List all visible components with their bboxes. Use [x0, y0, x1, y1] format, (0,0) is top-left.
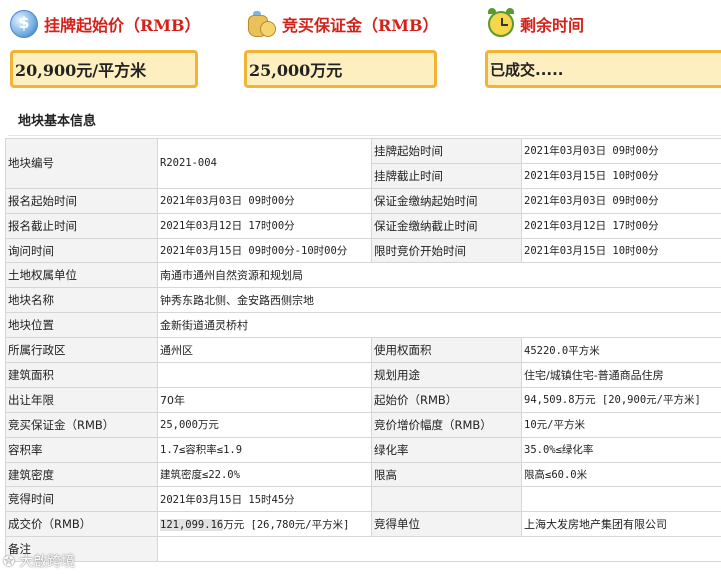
table-row: 报名截止时间 2021年03月12日 17时00分 保证金缴纳截止时间 2021…	[5, 212, 721, 239]
bid-deposit-value: 25,000万元	[157, 411, 372, 438]
building-density-value: 建筑密度≤22.0%	[157, 461, 372, 488]
table-row: 地块位置 金新街道通灵桥村	[5, 312, 721, 339]
listing-end-value: 2021年03月15日 10时00分	[521, 162, 721, 189]
deposit-start-label: 保证金缴纳起始时间	[371, 187, 522, 214]
plot-ratio-value: 1.7≤容积率≤1.9	[157, 436, 372, 463]
building-area-value	[157, 362, 372, 388]
planned-use-value: 住宅/城镇住宅-普通商品住房	[521, 362, 721, 388]
winner-label: 竞得单位	[371, 511, 522, 538]
table-row: 出让年限 70年 起始价（RMB） 94,509.8万元 [20,900元/平方…	[5, 386, 721, 413]
deposit-value: 25,000万元	[244, 50, 437, 88]
watermark-text: 大啟跨境	[19, 554, 76, 570]
table-row: 土地权属单位 南通市通州自然资源和规划局	[5, 262, 721, 289]
signup-start-label: 报名起始时间	[5, 187, 158, 214]
district-value: 通州区	[157, 337, 372, 364]
plot-ratio-label: 容积率	[5, 436, 158, 463]
empty-label	[371, 486, 522, 513]
green-rate-value: 35.0%≤绿化率	[521, 436, 721, 463]
land-name-label: 地块名称	[5, 287, 158, 314]
listing-start-label: 挂牌起始时间	[371, 138, 522, 164]
building-density-label: 建筑密度	[5, 461, 158, 488]
table-row: 备注	[5, 536, 721, 563]
watermark-logo-icon: ✪	[3, 554, 15, 570]
table-row: 地块编号 R2021-004 挂牌起始时间 2021年03月03日 09时00分	[5, 138, 721, 189]
table-row: 地块名称 钟秀东路北侧、金安路西侧宗地	[5, 287, 721, 314]
empty-value	[521, 486, 721, 513]
deal-price-unit: 万元 [26,780元/平方米]	[223, 518, 350, 531]
starting-price-value: 94,509.8万元 [20,900元/平方米]	[521, 386, 721, 413]
bid-deposit-label: 竞买保证金（RMB）	[5, 411, 158, 438]
remaining-status: 已成交.....	[485, 50, 721, 88]
watermark: ✪ 大啟跨境	[3, 551, 75, 571]
deal-price-label: 成交价（RMB）	[5, 511, 158, 538]
dollar-coin-icon: $	[10, 10, 38, 38]
bid-increment-label: 竞价增价幅度（RMB）	[371, 411, 522, 438]
listing-price-value: 20,900元/平方米	[10, 50, 198, 88]
bidding-start-label: 限时竞价开始时间	[371, 237, 522, 264]
table-row: 建筑密度 建筑密度≤22.0% 限高 限高≤60.0米	[5, 461, 721, 488]
use-area-label: 使用权面积	[371, 337, 522, 364]
lease-term-value: 70年	[157, 386, 372, 413]
green-rate-label: 绿化率	[371, 436, 522, 463]
height-limit-label: 限高	[371, 461, 522, 488]
winning-time-value: 2021年03月15日 15时45分	[157, 486, 372, 513]
deal-price-value: 121,099.16万元 [26,780元/平方米]	[157, 511, 372, 538]
use-area-value: 45220.0平方米	[521, 337, 721, 364]
owner-unit-label: 土地权属单位	[5, 262, 158, 289]
table-row: 所属行政区 通州区 使用权面积 45220.0平方米	[5, 337, 721, 364]
deposit-end-value: 2021年03月12日 17时00分	[521, 212, 721, 239]
inquiry-time-label: 询问时间	[5, 237, 158, 264]
table-row: 报名起始时间 2021年03月03日 09时00分 保证金缴纳起始时间 2021…	[5, 187, 721, 214]
land-info-table: 地块编号 R2021-004 挂牌起始时间 2021年03月03日 09时00分…	[5, 138, 721, 563]
signup-start-value: 2021年03月03日 09时00分	[157, 187, 372, 214]
signup-end-value: 2021年03月12日 17时00分	[157, 212, 372, 239]
listing-price-header: $ 挂牌起始价（RMB）	[10, 6, 201, 42]
money-bag-icon	[246, 11, 276, 37]
land-name-value: 钟秀东路北侧、金安路西侧宗地	[157, 287, 721, 314]
table-row: 竞买保证金（RMB） 25,000万元 竞价增价幅度（RMB） 10元/平方米	[5, 411, 721, 438]
remaining-header: 剩余时间	[488, 6, 584, 42]
height-limit-value: 限高≤60.0米	[521, 461, 721, 488]
owner-unit-value: 南通市通州自然资源和规划局	[157, 262, 721, 289]
winning-time-label: 竞得时间	[5, 486, 158, 513]
bid-increment-value: 10元/平方米	[521, 411, 721, 438]
land-location-value: 金新街道通灵桥村	[157, 312, 721, 339]
listing-end-label: 挂牌截止时间	[371, 162, 522, 189]
winner-value: 上海大发房地产集团有限公司	[521, 511, 721, 538]
deposit-header: 竞买保证金（RMB）	[246, 6, 439, 42]
building-area-label: 建筑面积	[5, 362, 158, 388]
table-row: 成交价（RMB） 121,099.16万元 [26,780元/平方米] 竞得单位…	[5, 511, 721, 538]
table-row: 建筑面积 规划用途 住宅/城镇住宅-普通商品住房	[5, 362, 721, 388]
listing-price-title: 挂牌起始价（RMB）	[44, 16, 201, 35]
alarm-clock-icon	[488, 8, 514, 37]
deposit-end-label: 保证金缴纳截止时间	[371, 212, 522, 239]
section-divider	[8, 135, 721, 136]
district-label: 所属行政区	[5, 337, 158, 364]
table-row: 容积率 1.7≤容积率≤1.9 绿化率 35.0%≤绿化率	[5, 436, 721, 463]
land-id-value: R2021-004	[157, 138, 372, 189]
deal-price-amount: 121,099.16	[160, 518, 224, 531]
deposit-start-value: 2021年03月03日 09时00分	[521, 187, 721, 214]
remaining-title: 剩余时间	[520, 16, 585, 35]
land-id-label: 地块编号	[5, 138, 158, 189]
table-row: 询问时间 2021年03月15日 09时00分-10时00分 限时竞价开始时间 …	[5, 237, 721, 264]
lease-term-label: 出让年限	[5, 386, 158, 413]
land-location-label: 地块位置	[5, 312, 158, 339]
listing-start-value: 2021年03月03日 09时00分	[521, 138, 721, 164]
planned-use-label: 规划用途	[371, 362, 522, 388]
table-row: 竞得时间 2021年03月15日 15时45分	[5, 486, 721, 513]
section-title: 地块基本信息	[18, 114, 97, 129]
deposit-title: 竞买保证金（RMB）	[282, 16, 439, 35]
signup-end-label: 报名截止时间	[5, 212, 158, 239]
inquiry-time-value: 2021年03月15日 09时00分-10时00分	[157, 237, 372, 264]
bidding-start-value: 2021年03月15日 10时00分	[521, 237, 721, 264]
starting-price-label: 起始价（RMB）	[371, 386, 522, 413]
remarks-value	[157, 536, 721, 563]
